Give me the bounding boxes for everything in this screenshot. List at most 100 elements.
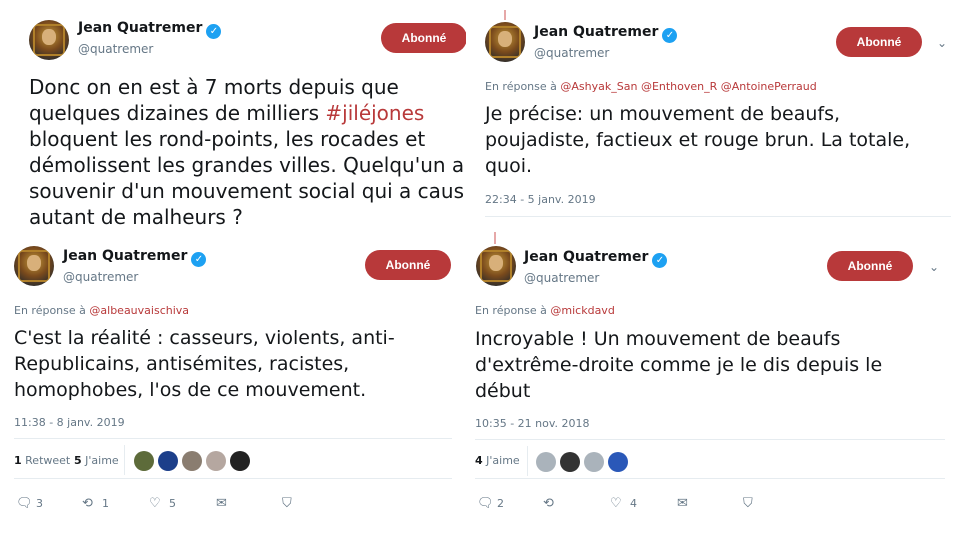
liker-avatar[interactable]	[584, 452, 604, 472]
liker-avatar[interactable]	[536, 452, 556, 472]
divider	[527, 446, 528, 476]
author-name[interactable]: Jean Quatremer ✓	[63, 248, 207, 267]
tweet-line: début	[475, 380, 531, 402]
author-name-text[interactable]: Jean Quatremer	[78, 20, 202, 36]
verified-badge-icon: ✓	[652, 253, 668, 268]
liker-avatar[interactable]	[158, 451, 178, 471]
dm-button[interactable]: ✉	[677, 492, 691, 511]
author-name[interactable]: Jean Quatremer ✓	[534, 24, 678, 43]
author-handle[interactable]: @quatremer	[534, 46, 609, 60]
avatar[interactable]	[476, 246, 516, 286]
envelope-icon: ✉	[216, 496, 227, 511]
like-button[interactable]: ♡ 5	[149, 492, 176, 511]
author-handle[interactable]: @quatremer	[63, 270, 138, 284]
bookmark-shield-icon: ⛉	[282, 496, 292, 511]
like-button[interactable]: ♡ 4	[610, 492, 637, 511]
envelope-icon: ✉	[677, 496, 688, 511]
tweet-text: Donc on en est à 7 morts depuis que quel…	[29, 74, 464, 230]
liker-avatar[interactable]	[206, 451, 226, 471]
author-name-text[interactable]: Jean Quatremer	[534, 24, 658, 40]
reply-to-line: En réponse à @albeauvaischiva	[14, 304, 190, 317]
reply-user-link[interactable]: @Enthoven_R	[641, 80, 717, 93]
liker-avatar[interactable]	[560, 452, 580, 472]
tweet-line: Incroyable ! Un mouvement de beaufs	[475, 328, 841, 350]
liker-avatar[interactable]	[134, 451, 154, 471]
reply-to-line: En réponse à @mickdavd	[475, 304, 615, 317]
chevron-down-icon[interactable]: ⌄	[929, 260, 941, 274]
tweet-line: Donc on en est à 7 morts depuis que	[29, 75, 399, 99]
liker-avatar[interactable]	[182, 451, 202, 471]
tweet-line: d'extrême-droite comme je le dis depuis …	[475, 354, 883, 376]
divider	[485, 216, 951, 217]
reply-user-link[interactable]: @AntoinePerraud	[721, 80, 817, 93]
divider	[14, 438, 452, 439]
dm-button[interactable]: ✉	[216, 492, 230, 511]
verified-badge-icon: ✓	[191, 252, 207, 267]
retweet-icon: ⟲	[543, 496, 554, 511]
tweet-line: démolissent les grandes villes. Quelqu'u…	[29, 153, 465, 177]
reply-button[interactable]: 🗨 3	[16, 492, 43, 511]
retweet-stats[interactable]: 1 Retweet	[14, 454, 70, 467]
author-handle[interactable]: @quatremer	[78, 42, 153, 56]
tweet-line: autant de malheurs ?	[29, 205, 243, 229]
like-stats[interactable]: 4 J'aime	[475, 454, 520, 467]
divider	[124, 445, 125, 475]
tweet-timestamp[interactable]: 11:38 - 8 janv. 2019	[14, 416, 125, 429]
tweet-line: poujadiste, factieux et rouge brun. La t…	[485, 129, 911, 151]
divider	[14, 478, 452, 479]
thread-line	[504, 10, 506, 20]
follow-button[interactable]: Abonné	[836, 27, 922, 57]
chevron-down-icon[interactable]: ⌄	[937, 36, 949, 50]
author-name-text[interactable]: Jean Quatremer	[63, 248, 187, 264]
divider	[475, 478, 945, 479]
avatar[interactable]	[29, 20, 69, 60]
save-button[interactable]: ⛉	[282, 492, 296, 511]
tweet-timestamp[interactable]: 10:35 - 21 nov. 2018	[475, 417, 590, 430]
reply-user-link[interactable]: @Ashyak_San	[560, 80, 637, 93]
retweet-button[interactable]: ⟲	[543, 492, 563, 511]
tweet-text: Je précise: un mouvement de beaufs, pouj…	[485, 101, 910, 179]
tweet-card-1: Jean Quatremer ✓ @quatremer Abonné Donc o…	[0, 0, 466, 240]
liker-avatar[interactable]	[230, 451, 250, 471]
heart-icon: ♡	[149, 496, 161, 511]
reply-icon: 🗨	[477, 496, 494, 511]
avatar[interactable]	[14, 246, 54, 286]
retweet-icon: ⟲	[82, 496, 93, 511]
avatar[interactable]	[485, 22, 525, 62]
reply-icon: 🗨	[16, 496, 33, 511]
reply-to-line: En réponse à @Ashyak_San @Enthoven_R @An…	[485, 80, 817, 93]
retweet-button[interactable]: ⟲ 1	[82, 492, 109, 511]
reply-user-link[interactable]: @albeauvaischiva	[89, 304, 189, 317]
tweet-line: souvenir d'un mouvement social qui a cau…	[29, 179, 465, 203]
tweet-card-3: Jean Quatremer ✓ @quatremer Abonné En rép…	[0, 240, 466, 540]
divider	[475, 439, 945, 440]
liker-avatar[interactable]	[608, 452, 628, 472]
tweet-line: C'est la réalité : casseurs, violents, a…	[14, 327, 395, 349]
author-handle[interactable]: @quatremer	[524, 271, 599, 285]
tweet-timestamp[interactable]: 22:34 - 5 janv. 2019	[485, 193, 596, 206]
reply-user-link[interactable]: @mickdavd	[550, 304, 614, 317]
follow-button[interactable]: Abonné	[381, 23, 466, 53]
tweet-line: quelques dizaines de milliers #jiléjones	[29, 101, 425, 125]
follow-button[interactable]: Abonné	[827, 251, 913, 281]
reply-button[interactable]: 🗨 2	[477, 492, 504, 511]
author-name[interactable]: Jean Quatremer ✓	[78, 20, 222, 39]
tweet-text: Incroyable ! Un mouvement de beaufs d'ex…	[475, 326, 882, 404]
tweet-line: homophobes, l'os de ce mouvement.	[14, 379, 367, 401]
author-name[interactable]: Jean Quatremer ✓	[524, 249, 668, 268]
save-button[interactable]: ⛉	[743, 492, 757, 511]
hashtag-link[interactable]: #jiléjones	[325, 101, 424, 125]
tweet-text: C'est la réalité : casseurs, violents, a…	[14, 325, 395, 403]
tweet-line: Je précise: un mouvement de beaufs,	[485, 103, 841, 125]
like-stats[interactable]: 5 J'aime	[74, 454, 119, 467]
tweet-card-4: Jean Quatremer ✓ @quatremer Abonné ⌄ En r…	[466, 232, 960, 540]
verified-badge-icon: ✓	[206, 24, 222, 39]
tweet-line: bloquent les rond-points, les rocades et	[29, 127, 426, 151]
tweet-card-2: Jean Quatremer ✓ @quatremer Abonné ⌄ En r…	[470, 0, 960, 232]
verified-badge-icon: ✓	[662, 28, 678, 43]
follow-button[interactable]: Abonné	[365, 250, 451, 280]
tweet-line: Republicains, antisémites, racistes,	[14, 353, 350, 375]
heart-icon: ♡	[610, 496, 622, 511]
author-name-text[interactable]: Jean Quatremer	[524, 249, 648, 265]
thread-line	[494, 232, 496, 244]
